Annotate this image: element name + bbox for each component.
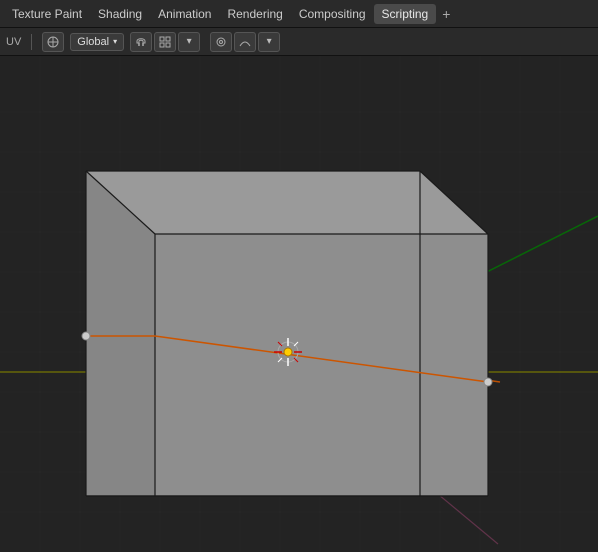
3d-viewport[interactable] xyxy=(0,56,598,552)
snap-controls: ▾ xyxy=(130,32,200,52)
top-menu-bar: Texture Paint Shading Animation Renderin… xyxy=(0,0,598,28)
snap-grid-icon[interactable] xyxy=(154,32,176,52)
menu-item-scripting[interactable]: Scripting xyxy=(374,4,437,24)
transform-icon[interactable] xyxy=(42,32,64,52)
menu-add-tab[interactable]: + xyxy=(436,3,456,25)
toolbar-separator xyxy=(31,34,32,50)
transform-orientation-label: Global xyxy=(77,36,109,48)
snap-magnet-icon[interactable] xyxy=(130,32,152,52)
menu-item-rendering[interactable]: Rendering xyxy=(219,4,290,24)
proportional-edit-controls: ▾ xyxy=(210,32,280,52)
menu-item-texture-paint[interactable]: Texture Paint xyxy=(4,4,90,24)
proportional-dropdown-icon[interactable]: ▾ xyxy=(258,32,280,52)
viewport-toolbar: UV Global ▾ ▾ xyxy=(0,28,598,56)
chevron-down-icon: ▾ xyxy=(113,37,117,46)
snap-options-icon[interactable]: ▾ xyxy=(178,32,200,52)
menu-item-compositing[interactable]: Compositing xyxy=(291,4,374,24)
transform-orientation-dropdown[interactable]: Global ▾ xyxy=(70,33,124,51)
proportional-edit-icon[interactable] xyxy=(210,32,232,52)
uv-label: UV xyxy=(6,36,21,48)
menu-item-shading[interactable]: Shading xyxy=(90,4,150,24)
menu-item-animation[interactable]: Animation xyxy=(150,4,219,24)
proportional-falloff-icon[interactable] xyxy=(234,32,256,52)
viewport-canvas xyxy=(0,56,598,552)
